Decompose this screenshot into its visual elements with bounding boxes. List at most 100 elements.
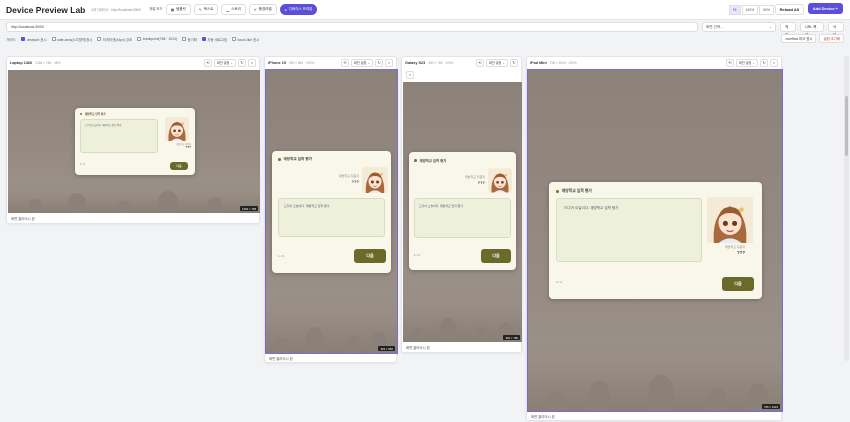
- device-tools: ⟲ 회전 설정 ⌄ ↻ ×: [340, 59, 393, 67]
- next-button[interactable]: 다음: [481, 249, 511, 263]
- page-indicator: 1 / 4: [278, 254, 284, 258]
- page-indicator: 1 / 4: [556, 280, 562, 284]
- url-copy-button[interactable]: URL 복제: [800, 21, 824, 37]
- option-safe-area[interactable]: safe-area(노치영역)표시: [51, 37, 92, 42]
- zoom-50[interactable]: 50%: [759, 5, 774, 15]
- next-button[interactable]: 다음: [354, 249, 386, 263]
- card-footer: 화면 클리어시 완: [269, 357, 293, 361]
- checkbox[interactable]: [97, 37, 102, 41]
- checkbox[interactable]: [137, 37, 142, 41]
- circle-icon: ●: [284, 7, 287, 12]
- character-avatar: [488, 168, 512, 193]
- speaker-name: ???: [736, 250, 745, 255]
- speaker-role: 재방학교 지원자: [464, 175, 485, 179]
- rotate-icon[interactable]: ⟲: [475, 59, 484, 67]
- chevron-down-icon: ⌄: [768, 24, 772, 29]
- apply-button[interactable]: 적용: [780, 21, 797, 37]
- app-title: Device Preview Lab: [6, 4, 86, 15]
- mode-button-scenery[interactable]: ✐ 풍경라벨: [248, 4, 277, 15]
- dialog-textbox: 드디어 오늘이다. 재방학교 입학 평가: [556, 198, 702, 262]
- grid-icon: ▦: [170, 7, 175, 12]
- size-badge: 1366 × 768: [239, 206, 258, 211]
- device-name: iPhone 15: [268, 61, 286, 65]
- option-touch-like[interactable]: touch-like 표시: [232, 37, 259, 42]
- device-tools: ⟲ 회전 설정 ⌄ ↻ ×: [203, 59, 256, 67]
- option-sync[interactable]: 동기화: [182, 37, 197, 42]
- background-trees: [403, 284, 522, 342]
- refresh-icon[interactable]: ↻: [238, 59, 246, 67]
- checkbox[interactable]: [201, 37, 206, 41]
- background-trees: [266, 290, 397, 353]
- rotate-select[interactable]: 회전 설정 ⌄: [213, 59, 236, 67]
- device-size: 393 × 852 · 100%: [288, 61, 315, 65]
- device-viewport[interactable]: 재방학교 입학 평가 재방학교 지원자 ??? 드디어 오늘이다. 재방학교 입…: [265, 69, 398, 354]
- close-icon[interactable]: ×: [770, 59, 778, 67]
- refresh-icon[interactable]: ↻: [760, 59, 768, 67]
- checkbox[interactable]: [182, 37, 187, 41]
- checkbox[interactable]: [232, 37, 237, 41]
- option-breakpoint[interactable]: breakpoint(768 · 1024): [137, 37, 177, 41]
- refresh-icon[interactable]: ↻: [510, 59, 518, 67]
- reload-all-button[interactable]: Reload All: [774, 4, 804, 15]
- scrollbar-thumb[interactable]: [845, 96, 848, 156]
- card-footer: 화면 클리어시 완: [531, 415, 555, 419]
- device-card-header: Laptop 1366 1366 × 768 · 38% ⟲ 회전 설정 ⌄ ↻…: [7, 57, 259, 69]
- close-icon[interactable]: ×: [406, 71, 414, 79]
- overflow-mark-button[interactable]: overflow 마크 표시: [781, 34, 817, 43]
- size-badge: 768 × 1024: [761, 404, 780, 409]
- dialog-title: 재방학교 입학 평가: [85, 113, 106, 116]
- option-viewport[interactable]: viewport 표시: [21, 37, 47, 42]
- device-viewport[interactable]: 재방학교 입학 평가 드디어 오늘이다. 재방학교 입학 평가 재방학교 지원자…: [8, 70, 260, 213]
- page-indicator: 1 / 4: [80, 163, 85, 166]
- rotate-icon[interactable]: ⟲: [340, 59, 349, 67]
- device-tools: ⟲ 회전 설정 ⌄ ↻ ×: [725, 59, 778, 67]
- delete-button[interactable]: 삭제: [827, 21, 844, 37]
- dialog-title: 재방학교 입학 평가: [561, 189, 592, 193]
- zoom-toggle: Fit 100% 50%: [728, 5, 774, 15]
- dialog-textbox: 드디어 오늘이다. 재방학교 입학 평가: [80, 119, 158, 153]
- device-card-laptop: Laptop 1366 1366 × 768 · 38% ⟲ 회전 설정 ⌄ ↻…: [6, 56, 260, 224]
- mode-button-template[interactable]: ▦ 템플릿: [165, 4, 191, 15]
- url-input[interactable]: http://localhost:3000/: [6, 21, 698, 32]
- speaker-role: 재방학교 지원자: [724, 245, 745, 249]
- mode-button-device-preview[interactable]: ● 디바이스 프리뷰: [279, 4, 318, 15]
- option-touch-target[interactable]: 터치타겟(44px) 강조: [97, 37, 132, 42]
- checkbox[interactable]: [51, 37, 56, 41]
- close-icon[interactable]: ×: [248, 59, 256, 67]
- page-scrollbar[interactable]: [844, 56, 849, 361]
- zoom-fit[interactable]: Fit: [728, 5, 741, 15]
- checkbox[interactable]: [21, 37, 26, 41]
- device-name: Galaxy S23: [405, 61, 426, 65]
- rotate-select[interactable]: 회전 설정 ⌄: [350, 59, 373, 67]
- options-row: 가이드: viewport 표시 safe-area(노치영역)표시 터치타겟(…: [6, 34, 844, 43]
- zoom-100[interactable]: 100%: [741, 5, 759, 15]
- page-indicator: 1 / 4: [414, 253, 420, 257]
- rotate-select[interactable]: 회전 설정 ⌄: [735, 59, 758, 67]
- next-button[interactable]: 다음: [722, 277, 754, 291]
- refresh-icon[interactable]: ↻: [375, 59, 383, 67]
- option-auto-reload[interactable]: 자동 새로고침: [201, 37, 227, 42]
- device-viewport[interactable]: 재방학교 입학 평가 드디어 오늘이다. 재방학교 입학 평가 재방학교 지원자…: [527, 69, 783, 412]
- device-viewport[interactable]: 재방학교 입학 평가 재방학교 지원자 ??? 드디어 오늘이다. 재방학교 입…: [403, 82, 522, 342]
- mode-button-text[interactable]: ✎ 텍스트: [193, 4, 219, 15]
- reset-settings-button[interactable]: 설정 초기화: [819, 34, 844, 43]
- device-card-iphone: iPhone 15 393 × 852 · 100% ⟲ 회전 설정 ⌄ ↻ ×…: [264, 56, 398, 363]
- mode-button-story[interactable]: ▁ 스토리: [221, 4, 246, 15]
- dialog-box: 재방학교 입학 평가 재방학교 지원자 ??? 드디어 오늘이다. 재방학교 입…: [272, 151, 391, 273]
- character-avatar: [164, 117, 190, 141]
- device-size: 1366 × 768 · 38%: [35, 61, 61, 65]
- rotate-icon[interactable]: ⟲: [203, 59, 212, 67]
- dialog-textbox: 드디어 오늘이다. 재방학교 입학 평가: [278, 198, 385, 237]
- device-card-header: iPad Mini 768 × 1024 · 100% ⟲ 회전 설정 ⌄ ↻ …: [527, 57, 781, 69]
- close-icon[interactable]: ×: [385, 59, 393, 67]
- top-toolbar: Device Preview Lab 4개 디바이스 · http://loca…: [0, 0, 850, 20]
- next-button[interactable]: 다음: [170, 162, 188, 170]
- speaker-name: ???: [351, 179, 359, 184]
- add-device-button[interactable]: Add Device +: [807, 3, 843, 14]
- dialog-box: 재방학교 입학 평가 드디어 오늘이다. 재방학교 입학 평가 재방학교 지원자…: [75, 108, 195, 175]
- rotate-select[interactable]: 회전 설정 ⌄: [485, 59, 508, 67]
- preset-select[interactable]: 화면 선택... ⌄: [702, 21, 776, 32]
- device-card-ipad: iPad Mini 768 × 1024 · 100% ⟲ 회전 설정 ⌄ ↻ …: [526, 56, 783, 421]
- card-footer: 화면 클리어시 완: [11, 217, 35, 221]
- rotate-icon[interactable]: ⟲: [725, 59, 734, 67]
